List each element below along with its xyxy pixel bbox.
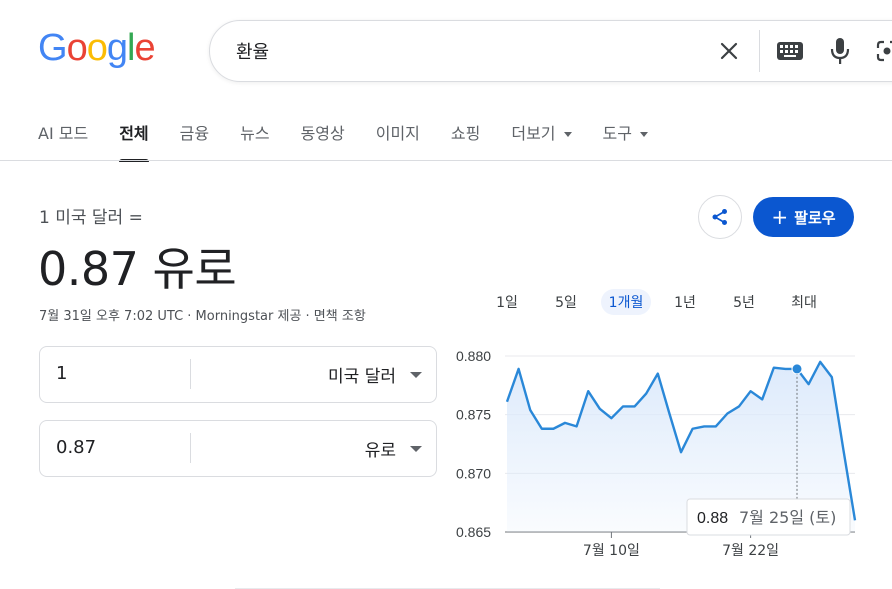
tab-5[interactable]: 이미지	[376, 122, 420, 146]
tab-label: 쇼핑	[450, 124, 481, 143]
tab-label: AI 모드	[38, 124, 89, 143]
logo-letter: e	[134, 27, 155, 69]
tab-label: 이미지	[375, 124, 420, 143]
range-tab-1[interactable]: 5일	[546, 289, 586, 315]
tab-2[interactable]: 금융	[180, 122, 209, 146]
converter-from-row: 1 미국 달러	[39, 346, 437, 403]
y-tick-label: 0.870	[456, 465, 491, 481]
conversion-from-label: 1 미국 달러 =	[39, 208, 143, 228]
to-currency-select[interactable]: 유로	[191, 421, 436, 476]
y-tick-label: 0.875	[456, 407, 491, 423]
from-currency-label: 미국 달러	[328, 367, 396, 387]
follow-label: 팔로우	[794, 208, 836, 227]
search-divider	[759, 30, 760, 72]
share-icon	[712, 209, 727, 225]
search-input[interactable]: 환율	[236, 38, 269, 64]
y-tick-label: 0.865	[456, 524, 491, 540]
tab-label: 전체	[119, 124, 149, 143]
tab-label: 뉴스	[240, 124, 270, 143]
y-tick-label: 0.880	[456, 348, 491, 364]
source-disclaimer[interactable]: 7월 31일 오후 7:02 UTC · Morningstar 제공 · 면책…	[39, 305, 366, 324]
tab-3[interactable]: 뉴스	[240, 122, 269, 146]
from-currency-select[interactable]: 미국 달러	[191, 347, 436, 402]
logo-letter: o	[66, 27, 88, 69]
tabs-divider	[0, 160, 892, 161]
mic-icon[interactable]	[830, 37, 850, 65]
logo-letter: l	[126, 27, 136, 69]
x-tick-label: 7월 22일	[722, 543, 779, 559]
chevron-down-icon	[410, 372, 422, 378]
range-tab-5[interactable]: 최대	[784, 289, 824, 315]
keyboard-icon[interactable]	[777, 42, 803, 60]
to-amount-input[interactable]: 0.87	[56, 437, 96, 458]
follow-button[interactable]: + 팔로우	[753, 197, 854, 237]
x-tick-label: 7월 10일	[583, 543, 640, 559]
tab-label: 동영상	[300, 124, 345, 143]
share-button[interactable]	[698, 195, 742, 239]
tooltip-value: 0.88	[697, 510, 728, 527]
logo-letter: g	[106, 27, 128, 69]
hover-point	[791, 363, 803, 375]
range-tab-3[interactable]: 1년	[665, 289, 705, 315]
tab-label: 더보기	[511, 124, 556, 143]
tab-6[interactable]: 쇼핑	[451, 122, 480, 146]
to-currency-label: 유로	[364, 441, 396, 461]
close-icon[interactable]	[718, 40, 740, 62]
conversion-result: 0.87 유로	[38, 242, 237, 296]
tab-4[interactable]: 동영상	[301, 122, 345, 146]
logo-letter: G	[38, 27, 68, 69]
tab-7[interactable]: 더보기	[511, 122, 572, 146]
tab-0[interactable]: AI 모드	[38, 122, 88, 146]
tab-1[interactable]: 전체	[119, 122, 150, 162]
range-tab-4[interactable]: 5년	[724, 289, 764, 315]
google-logo[interactable]: Google	[38, 26, 156, 70]
tab-label: 금융	[179, 124, 210, 143]
plus-icon: +	[771, 205, 789, 229]
tab-label: 도구	[602, 124, 632, 143]
lens-icon[interactable]	[876, 40, 892, 62]
from-amount-input[interactable]: 1	[56, 363, 67, 384]
converter-to-row: 0.87 유로	[39, 420, 437, 477]
search-tabs: AI 모드 전체 금융 뉴스 동영상 이미지 쇼핑 더보기 도구	[38, 122, 679, 162]
tooltip-date: 7월 25일 (토)	[739, 508, 836, 527]
chevron-down-icon	[563, 131, 572, 137]
chevron-down-icon	[639, 131, 648, 137]
range-tab-0[interactable]: 1일	[487, 289, 527, 315]
tab-8[interactable]: 도구	[603, 122, 648, 146]
range-tab-2[interactable]: 1개월	[601, 289, 651, 315]
logo-letter: o	[86, 27, 108, 69]
exchange-rate-chart[interactable]: 0.880 0.875 0.870 0.865 7월 10일 7월 22일 0.88 7월 2…	[450, 340, 892, 570]
chevron-down-icon	[410, 446, 422, 452]
